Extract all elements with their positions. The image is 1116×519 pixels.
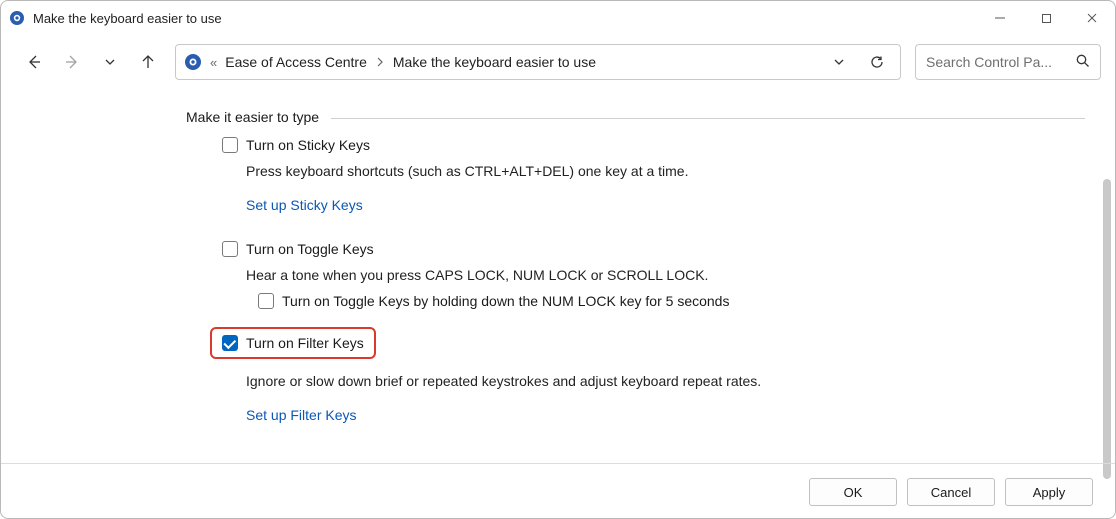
minimize-button[interactable]: [977, 1, 1023, 35]
recent-locations-button[interactable]: [93, 45, 127, 79]
app-icon: [9, 10, 25, 26]
filter-keys-setup-link[interactable]: Set up Filter Keys: [246, 407, 357, 423]
toggle-keys-checkbox[interactable]: [222, 241, 238, 257]
section-divider: [331, 118, 1085, 119]
breadcrumb-ease-of-access[interactable]: Ease of Access Centre: [225, 54, 367, 70]
sticky-keys-setup-link[interactable]: Set up Sticky Keys: [246, 197, 363, 213]
toggle-keys-numlock-option[interactable]: Turn on Toggle Keys by holding down the …: [258, 293, 1085, 309]
address-bar[interactable]: « Ease of Access Centre Make the keyboar…: [175, 44, 901, 80]
toggle-keys-label: Turn on Toggle Keys: [246, 241, 374, 257]
content-area: Make it easier to type Turn on Sticky Ke…: [1, 89, 1115, 518]
apply-button[interactable]: Apply: [1005, 478, 1093, 506]
control-panel-icon: [184, 53, 202, 71]
sticky-keys-label: Turn on Sticky Keys: [246, 137, 370, 153]
filter-keys-checkbox[interactable]: [222, 335, 238, 351]
sticky-keys-option[interactable]: Turn on Sticky Keys: [222, 137, 1085, 153]
search-input[interactable]: Search Control Pa...: [915, 44, 1101, 80]
refresh-button[interactable]: [862, 47, 892, 77]
toggle-keys-description: Hear a tone when you press CAPS LOCK, NU…: [246, 267, 1085, 283]
dialog-button-row: OK Cancel Apply: [809, 478, 1093, 506]
back-button[interactable]: [17, 45, 51, 79]
up-button[interactable]: [131, 45, 165, 79]
toggle-keys-numlock-label: Turn on Toggle Keys by holding down the …: [282, 293, 729, 309]
filter-keys-label: Turn on Filter Keys: [246, 335, 364, 351]
filter-keys-option[interactable]: Turn on Filter Keys: [210, 327, 376, 359]
footer-divider: [1, 463, 1115, 464]
section-heading: Make it easier to type: [186, 109, 319, 125]
breadcrumb-overflow-glyph[interactable]: «: [210, 55, 217, 70]
nav-row: « Ease of Access Centre Make the keyboar…: [1, 35, 1115, 89]
window-title: Make the keyboard easier to use: [33, 11, 222, 26]
window-frame: Make the keyboard easier to use: [0, 0, 1116, 519]
search-placeholder: Search Control Pa...: [926, 54, 1052, 70]
window-controls: [977, 1, 1115, 35]
section-heading-row: Make it easier to type: [186, 109, 1085, 125]
close-button[interactable]: [1069, 1, 1115, 35]
toggle-keys-numlock-checkbox[interactable]: [258, 293, 274, 309]
search-icon: [1075, 53, 1090, 71]
vertical-scrollbar[interactable]: [1103, 179, 1111, 479]
filter-keys-description: Ignore or slow down brief or repeated ke…: [246, 373, 1085, 389]
titlebar: Make the keyboard easier to use: [1, 1, 1115, 35]
breadcrumb-current[interactable]: Make the keyboard easier to use: [393, 54, 596, 70]
cancel-button[interactable]: Cancel: [907, 478, 995, 506]
address-dropdown-button[interactable]: [824, 47, 854, 77]
breadcrumb-separator-icon: [375, 55, 385, 70]
sticky-keys-description: Press keyboard shortcuts (such as CTRL+A…: [246, 163, 1085, 179]
maximize-button[interactable]: [1023, 1, 1069, 35]
forward-button[interactable]: [55, 45, 89, 79]
ok-button[interactable]: OK: [809, 478, 897, 506]
sticky-keys-checkbox[interactable]: [222, 137, 238, 153]
toggle-keys-option[interactable]: Turn on Toggle Keys: [222, 241, 1085, 257]
